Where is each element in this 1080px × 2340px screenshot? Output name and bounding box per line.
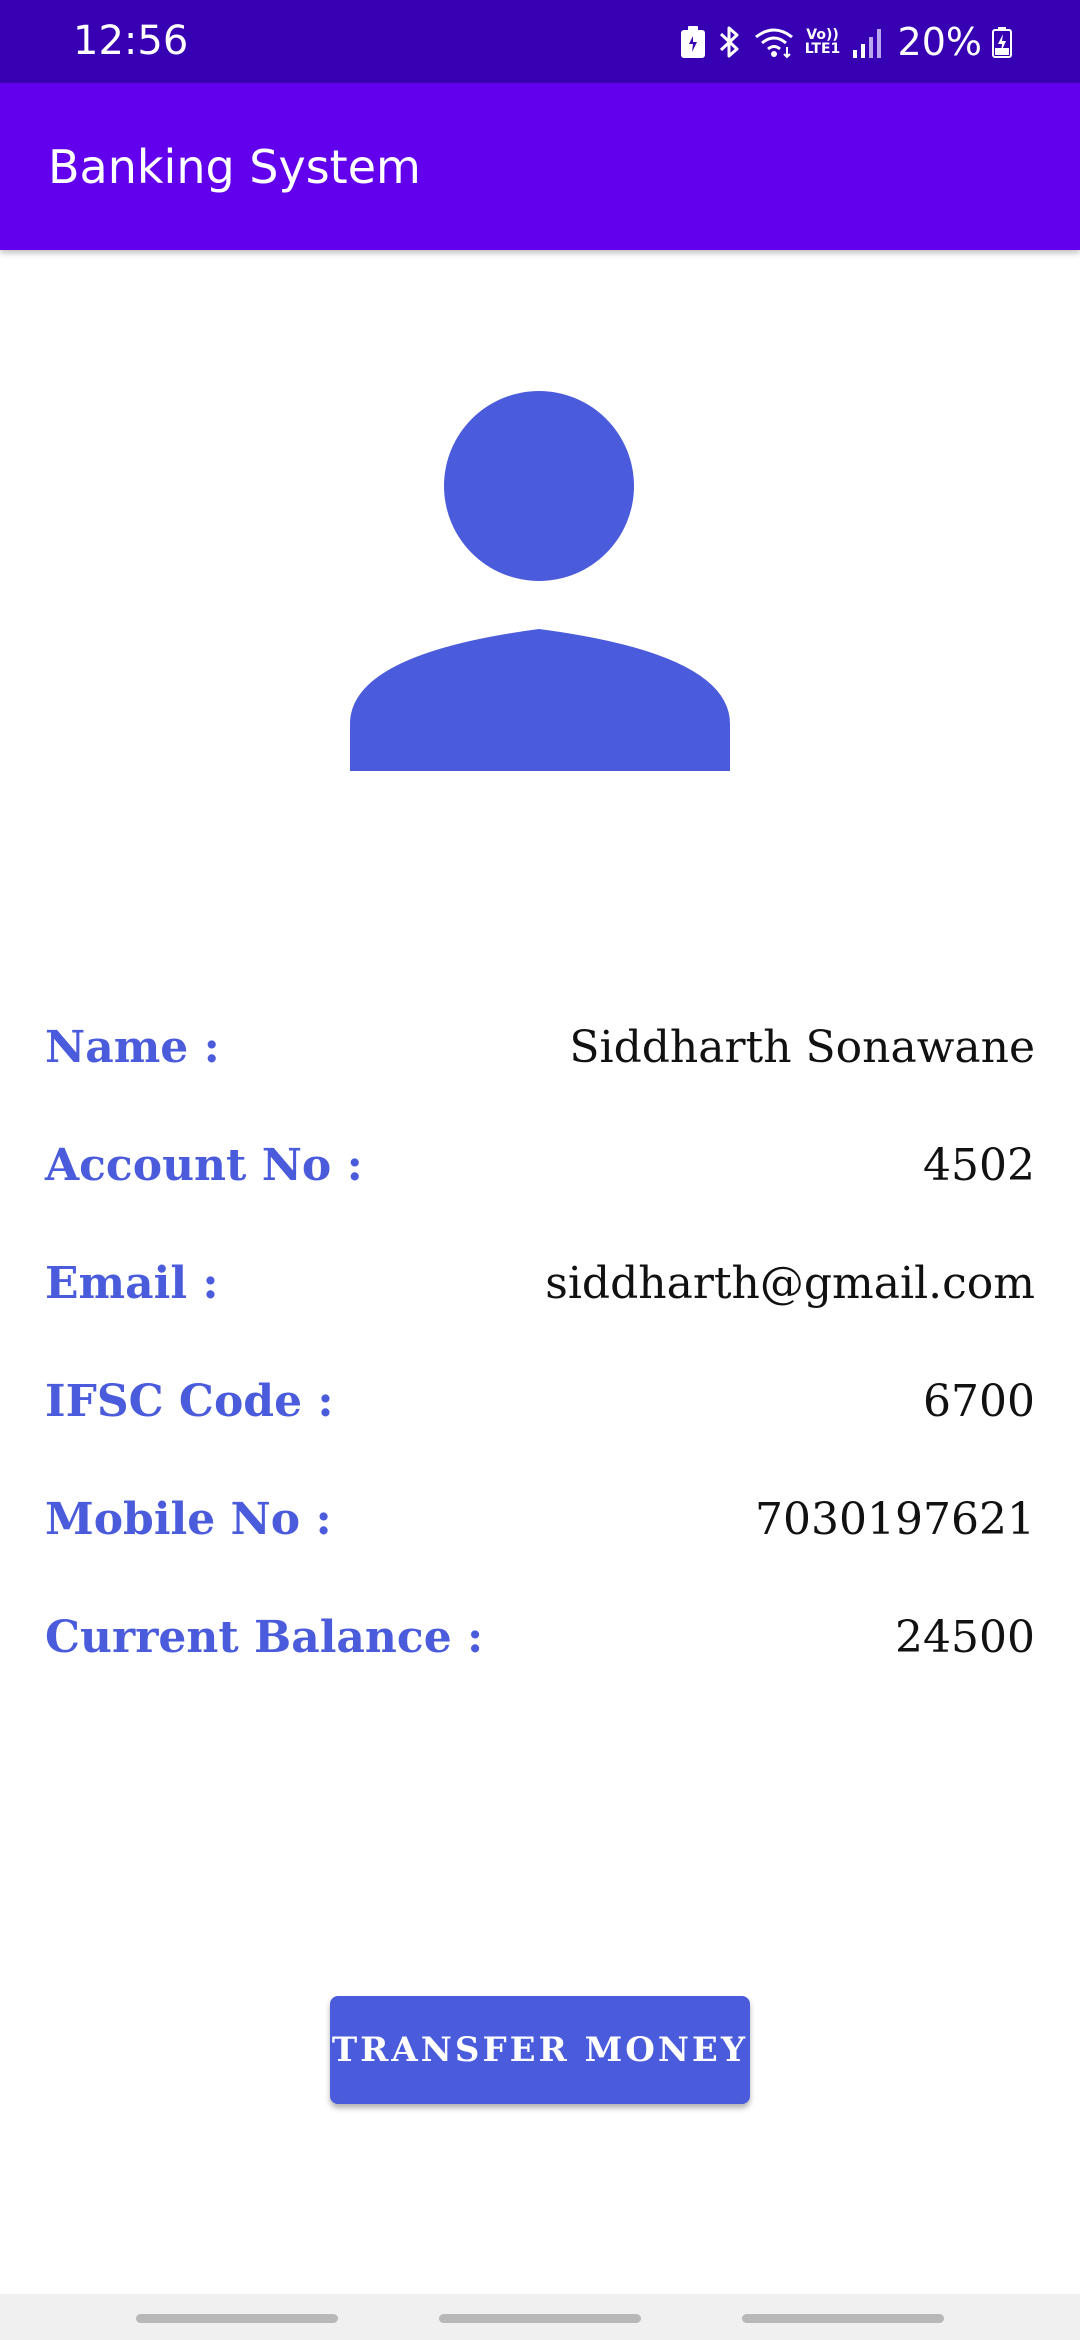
balance-label: Current Balance : (45, 1612, 484, 1663)
detail-row-name: Name : Siddharth Sonawane (45, 1000, 1035, 1118)
email-label: Email : (45, 1258, 219, 1309)
volte-icon: Vo)) LTE1 (804, 27, 841, 57)
status-bar: 12:56 Vo)) LTE1 20% (0, 0, 1080, 83)
balance-value: 24500 (895, 1612, 1035, 1663)
account-no-label: Account No : (45, 1140, 363, 1191)
nav-handle-right[interactable] (742, 2314, 944, 2323)
detail-row-ifsc: IFSC Code : 6700 (45, 1354, 1035, 1472)
mobile-value: 7030197621 (755, 1494, 1035, 1545)
ifsc-value: 6700 (923, 1376, 1035, 1427)
transfer-money-button[interactable]: TRANSFER MONEY (330, 1996, 750, 2104)
nav-handle-center[interactable] (439, 2314, 641, 2323)
detail-row-email: Email : siddharth@gmail.com (45, 1236, 1035, 1354)
battery-percent: 20% (897, 20, 982, 64)
email-value: siddharth@gmail.com (545, 1258, 1035, 1309)
account-no-value: 4502 (923, 1140, 1035, 1191)
mobile-label: Mobile No : (45, 1494, 332, 1545)
bluetooth-icon (716, 24, 744, 60)
battery-charging-icon (992, 26, 1012, 58)
account-details: Name : Siddharth Sonawane Account No : 4… (45, 1000, 1035, 1708)
app-title: Banking System (48, 140, 421, 194)
nav-handle-left[interactable] (136, 2314, 338, 2323)
wifi-icon (754, 25, 794, 59)
battery-saver-icon (680, 25, 706, 59)
status-icons: Vo)) LTE1 20% (680, 18, 1012, 66)
signal-icon (852, 26, 882, 58)
name-value: Siddharth Sonawane (569, 1022, 1035, 1073)
ifsc-label: IFSC Code : (45, 1376, 334, 1427)
detail-row-account-no: Account No : 4502 (45, 1118, 1035, 1236)
status-time: 12:56 (73, 18, 189, 64)
gesture-nav-bar (0, 2294, 1080, 2340)
person-icon (348, 388, 732, 772)
app-bar: Banking System (0, 83, 1080, 250)
name-label: Name : (45, 1022, 220, 1073)
detail-row-mobile: Mobile No : 7030197621 (45, 1472, 1035, 1590)
detail-row-balance: Current Balance : 24500 (45, 1590, 1035, 1708)
